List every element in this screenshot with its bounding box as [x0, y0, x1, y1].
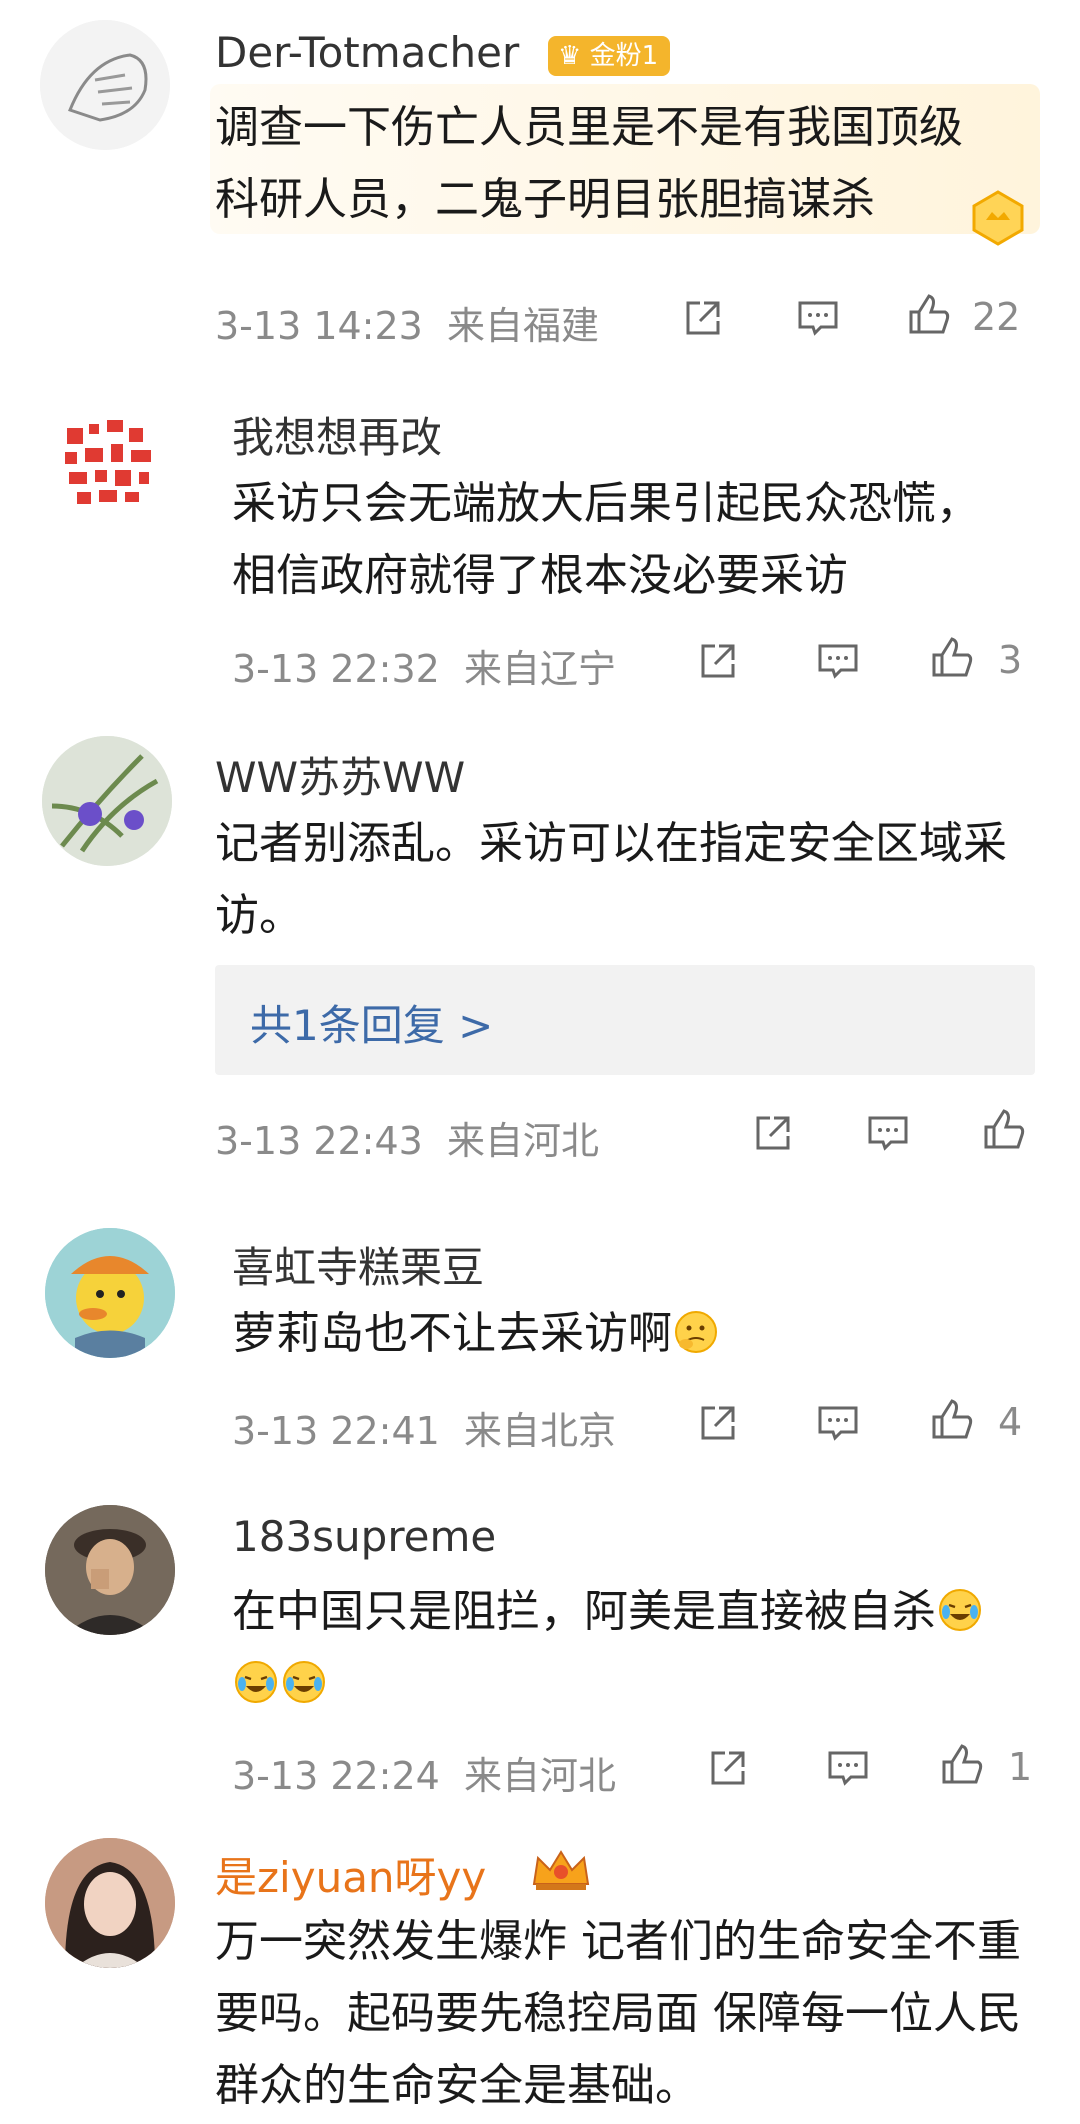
comment-meta: 3-13 14:23 来自福建: [215, 295, 599, 350]
username[interactable]: 是ziyuan呀yy: [215, 1844, 486, 1905]
avatar[interactable]: [45, 1505, 175, 1635]
like-icon[interactable]: [980, 1107, 1026, 1153]
username[interactable]: Der-Totmacher: [215, 28, 519, 77]
like-icon[interactable]: [928, 635, 974, 681]
like-count: 3: [998, 638, 1023, 682]
timestamp: 3-13 22:32: [232, 647, 440, 691]
crown-icon: ♛: [558, 41, 590, 71]
comment-meta: 3-13 22:24 来自河北: [232, 1745, 616, 1800]
avatar[interactable]: [45, 398, 175, 528]
comment-line: 群众的生命安全是基础。: [215, 2060, 699, 2111]
laugh-cry-emoji: [938, 1582, 982, 1631]
location: 来自北京: [464, 1409, 617, 1453]
location: 来自河北: [464, 1754, 617, 1798]
comment-text: 记者别添乱。采访可以在指定安全区域采 访。: [215, 808, 1075, 952]
username[interactable]: 喜虹寺糕栗豆: [232, 1234, 484, 1295]
comment-text: 调查一下伤亡人员里是不是有我国顶级 科研人员，二鬼子明目张胆搞谋杀: [215, 92, 1075, 236]
location: 来自辽宁: [464, 647, 617, 691]
laugh-cry-emoji: [282, 1654, 326, 1703]
comment-meta: 3-13 22:43 来自河北: [215, 1110, 599, 1165]
username[interactable]: WW苏苏WW: [215, 744, 465, 805]
badge-label: 金粉1: [589, 41, 659, 71]
comment-text: 在中国只是阻拦，阿美是直接被自杀: [232, 1576, 1080, 1720]
timestamp: 3-13 22:24: [232, 1754, 440, 1798]
comment-line: 萝莉岛也不让去采访啊: [232, 1308, 672, 1359]
comment-line: 记者别添乱。采访可以在指定安全区域采: [215, 818, 1007, 869]
location: 来自福建: [447, 304, 600, 348]
like-icon[interactable]: [905, 292, 951, 338]
laugh-cry-emoji: [234, 1654, 278, 1703]
like-count: 1: [1008, 1745, 1033, 1789]
comment-line: 科研人员，二鬼子明目张胆搞谋杀: [215, 174, 875, 225]
share-icon[interactable]: [750, 1110, 796, 1156]
comment-line: 要吗。起码要先稳控局面 保障每一位人民: [215, 1988, 1021, 2039]
comment-text: 萝莉岛也不让去采访啊: [232, 1298, 1080, 1370]
comment-meta: 3-13 22:41 来自北京: [232, 1400, 616, 1455]
share-icon[interactable]: [705, 1745, 751, 1791]
avatar[interactable]: [45, 1228, 175, 1358]
comment-line: 访。: [215, 890, 303, 941]
like-icon[interactable]: [928, 1397, 974, 1443]
timestamp: 3-13 22:43: [215, 1119, 423, 1163]
like-icon[interactable]: [938, 1742, 984, 1788]
comment-meta: 3-13 22:32 来自辽宁: [232, 638, 616, 693]
view-replies-link[interactable]: 共1条回复 >: [250, 992, 493, 1053]
timestamp: 3-13 14:23: [215, 304, 423, 348]
timestamp: 3-13 22:41: [232, 1409, 440, 1453]
share-icon[interactable]: [680, 295, 726, 341]
comment-line: 调查一下伤亡人员里是不是有我国顶级: [215, 102, 963, 153]
crown-icon: [530, 1846, 592, 1892]
comment-line: 在中国只是阻拦，阿美是直接被自杀: [232, 1586, 936, 1637]
avatar[interactable]: [42, 736, 172, 866]
comment-icon[interactable]: [815, 1400, 861, 1446]
share-icon[interactable]: [695, 638, 741, 684]
username[interactable]: 183supreme: [232, 1512, 496, 1561]
comment-text: 采访只会无端放大后果引起民众恐慌， 相信政府就得了根本没必要采访: [232, 468, 1080, 612]
comment-line: 采访只会无端放大后果引起民众恐慌，: [232, 478, 980, 529]
comment-icon[interactable]: [865, 1110, 911, 1156]
thinking-emoji: [674, 1304, 718, 1353]
share-icon[interactable]: [695, 1400, 741, 1446]
comment-line: 万一突然发生爆炸 记者们的生命安全不重: [215, 1916, 1021, 1967]
location: 来自河北: [447, 1119, 600, 1163]
fan-medal-icon: [970, 190, 1026, 246]
username[interactable]: 我想想再改: [232, 404, 442, 465]
like-count: 22: [972, 295, 1021, 339]
comment-text: 万一突然发生爆炸 记者们的生命安全不重 要吗。起码要先稳控局面 保障每一位人民 …: [215, 1906, 1075, 2122]
fan-badge[interactable]: ♛ 金粉1: [548, 36, 671, 76]
avatar[interactable]: [40, 20, 170, 150]
like-count: 4: [998, 1400, 1023, 1444]
comment-icon[interactable]: [815, 638, 861, 684]
avatar[interactable]: [45, 1838, 175, 1968]
comment-icon[interactable]: [795, 295, 841, 341]
comment-line: 相信政府就得了根本没必要采访: [232, 550, 848, 601]
comment-icon[interactable]: [825, 1745, 871, 1791]
